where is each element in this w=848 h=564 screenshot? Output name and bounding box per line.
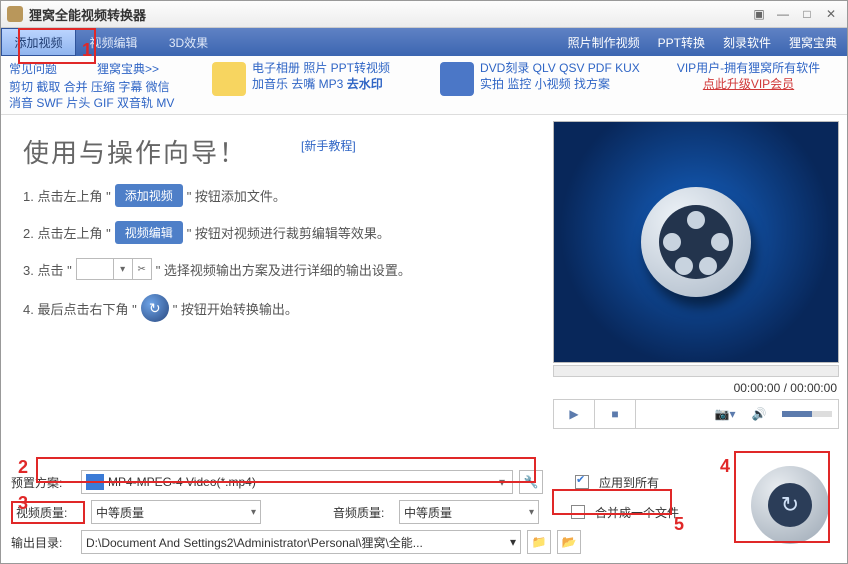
remove-watermark-link[interactable]: 去水印 bbox=[347, 77, 383, 91]
add-video-tab[interactable]: 添加视频 bbox=[1, 28, 76, 56]
convert-button[interactable]: ↻ bbox=[751, 466, 829, 544]
minimize-button[interactable]: — bbox=[773, 6, 793, 22]
time-display: 00:00:00 / 00:00:00 bbox=[555, 381, 837, 395]
vip-text: VIP用户-拥有狸窝所有软件 bbox=[658, 60, 839, 76]
preset-settings-button[interactable]: 🔧 bbox=[519, 470, 543, 494]
video-edit-pill[interactable]: 视频编辑 bbox=[115, 221, 183, 244]
colA-line1[interactable]: 电子相册 照片 PPT转视频 bbox=[252, 60, 390, 76]
step-3: 3. 点击 " ▾✂ " 选择视频输出方案及进行详细的输出设置。 bbox=[23, 258, 531, 280]
preset-value: MP4-MPEG-4 Video(*.mp4) bbox=[108, 475, 492, 489]
colA-line2[interactable]: 加音乐 去嘴 MP3 bbox=[252, 77, 347, 91]
step-1: 1. 点击左上角 " 添加视频 " 按钮添加文件。 bbox=[23, 184, 531, 207]
video-edit-tab[interactable]: 视频编辑 bbox=[76, 28, 151, 56]
app-logo bbox=[7, 6, 23, 22]
stop-button[interactable]: ■ bbox=[595, 400, 636, 428]
output-dir-field[interactable]: D:\Document And Settings2\Administrator\… bbox=[81, 530, 521, 554]
settings-icon[interactable]: ▣ bbox=[749, 6, 769, 22]
output-dir-label: 输出目录: bbox=[11, 534, 75, 551]
output-settings: 预置方案: MP4-MPEG-4 Video(*.mp4) ▾ 🔧 应用到所有 … bbox=[1, 460, 847, 554]
progress-bar[interactable] bbox=[553, 365, 839, 377]
audio-quality-select[interactable]: 中等质量▾ bbox=[399, 500, 539, 524]
open-folder-button[interactable]: 📂 bbox=[557, 530, 581, 554]
nav-baodian[interactable]: 狸窝宝典 bbox=[789, 34, 837, 51]
play-button[interactable]: ▶ bbox=[554, 400, 595, 428]
title-bar: 狸窝全能视频转换器 ▣ — □ ✕ bbox=[1, 1, 847, 28]
faq-header[interactable]: 常见问题 bbox=[9, 60, 57, 77]
apply-all-label: 应用到所有 bbox=[599, 474, 659, 491]
add-video-pill[interactable]: 添加视频 bbox=[115, 184, 183, 207]
toolbar: 添加视频 视频编辑 3D效果 照片制作视频 PPT转换 刻录软件 狸窝宝典 bbox=[1, 28, 847, 56]
mp4-icon bbox=[86, 474, 104, 490]
baodian-link[interactable]: 狸窝宝典>> bbox=[97, 60, 159, 77]
nav-burn[interactable]: 刻录软件 bbox=[723, 34, 771, 51]
merge-label: 合并成一个文件 bbox=[595, 504, 679, 521]
nav-ppt[interactable]: PPT转换 bbox=[658, 34, 705, 51]
audio-quality-label: 音频质量: bbox=[333, 504, 393, 521]
video-quality-label: 视频质量: bbox=[11, 501, 85, 524]
preview-screen bbox=[553, 121, 839, 363]
disc-icon bbox=[440, 62, 474, 96]
newbie-tutorial-link[interactable]: [新手教程] bbox=[301, 137, 356, 154]
vip-upgrade-link[interactable]: 点此升级VIP会员 bbox=[658, 76, 839, 92]
preset-mini-combo[interactable]: ▾✂ bbox=[76, 258, 152, 280]
step-4: 4. 最后点击右下角 " ↻ " 按钮开始转换输出。 bbox=[23, 294, 531, 322]
merge-checkbox[interactable] bbox=[571, 505, 585, 519]
step-2: 2. 点击左上角 " 视频编辑 " 按钮对视频进行裁剪编辑等效果。 bbox=[23, 221, 531, 244]
colB-line1[interactable]: DVD刻录 QLV QSV PDF KUX bbox=[480, 60, 640, 76]
volume-icon[interactable]: 🔊 bbox=[742, 407, 776, 421]
volume-slider[interactable] bbox=[782, 411, 832, 417]
maximize-button[interactable]: □ bbox=[797, 6, 817, 22]
ppt-icon bbox=[212, 62, 246, 96]
video-quality-select[interactable]: 中等质量▾ bbox=[91, 500, 261, 524]
faq-line2[interactable]: 消音 SWF 片头 GIF 双音轨 MV bbox=[9, 95, 204, 111]
guide-heading: 使用与操作向导！ bbox=[23, 133, 531, 170]
convert-mini-icon[interactable]: ↻ bbox=[141, 294, 169, 322]
preset-label: 预置方案: bbox=[11, 474, 75, 491]
apply-all-checkbox[interactable] bbox=[575, 475, 589, 489]
film-reel-icon bbox=[641, 187, 751, 297]
quick-links: 常见问题 狸窝宝典>> 剪切 截取 合并 压缩 字幕 微信 消音 SWF 片头 … bbox=[1, 56, 847, 115]
guide-panel: 使用与操作向导！ [新手教程] 1. 点击左上角 " 添加视频 " 按钮添加文件… bbox=[1, 115, 553, 460]
player-controls: ▶ ■ 📷▾ 🔊 bbox=[553, 399, 839, 429]
faq-line1[interactable]: 剪切 截取 合并 压缩 字幕 微信 bbox=[9, 79, 204, 95]
colB-line2[interactable]: 实拍 监控 小视频 找方案 bbox=[480, 76, 640, 92]
close-button[interactable]: ✕ bbox=[821, 6, 841, 22]
app-title: 狸窝全能视频转换器 bbox=[29, 5, 146, 24]
nav-photo-video[interactable]: 照片制作视频 bbox=[568, 34, 640, 51]
preview-panel: 00:00:00 / 00:00:00 ▶ ■ 📷▾ 🔊 bbox=[553, 115, 847, 460]
browse-folder-button[interactable]: 📁 bbox=[527, 530, 551, 554]
snapshot-button[interactable]: 📷▾ bbox=[708, 407, 742, 421]
chevron-down-icon: ▾ bbox=[492, 475, 512, 489]
preset-combo[interactable]: MP4-MPEG-4 Video(*.mp4) ▾ bbox=[81, 470, 513, 494]
3d-effect-tab[interactable]: 3D效果 bbox=[151, 28, 226, 56]
